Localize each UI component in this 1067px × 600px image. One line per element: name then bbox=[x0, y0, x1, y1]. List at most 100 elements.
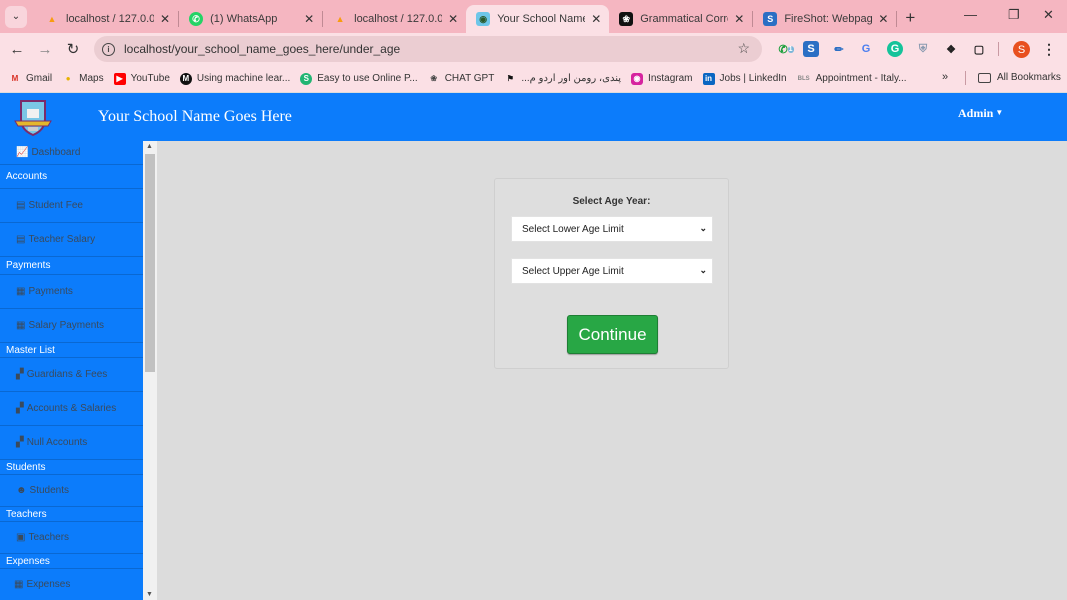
url-text[interactable]: localhost/your_school_name_goes_here/und… bbox=[124, 42, 400, 56]
receipt-icon: ▦ bbox=[16, 286, 26, 297]
chevron-down-icon: ⌄ bbox=[11, 11, 21, 22]
sidebar-item-label: Guardians & Fees bbox=[26, 369, 108, 380]
bookmark-medium[interactable]: M Using machine lear... bbox=[179, 72, 291, 85]
forward-icon[interactable]: → bbox=[31, 41, 59, 58]
sidebar-section-teachers: Teachers bbox=[0, 507, 143, 522]
fireshot-icon: S bbox=[763, 12, 778, 26]
bookmark-instagram[interactable]: ◉ Instagram bbox=[631, 72, 693, 85]
lower-age-select[interactable]: Select Lower Age Limit ⌄ bbox=[511, 216, 713, 242]
youtube-icon: ▶ bbox=[113, 72, 126, 85]
tab-title: localhost / 127.0.0.1 / bbox=[354, 13, 443, 25]
book-icon: ▞ bbox=[16, 369, 24, 380]
browser-tab[interactable]: S FireShot: Webpage S ✕ bbox=[753, 5, 896, 33]
extension-icon[interactable]: ❖ bbox=[943, 41, 959, 57]
fireshot-extension-icon[interactable]: S bbox=[803, 41, 819, 57]
book-icon: ▞ bbox=[16, 437, 24, 448]
sidebar-item-students[interactable]: ☻ Students bbox=[0, 475, 143, 507]
close-tab-icon[interactable]: ✕ bbox=[160, 12, 170, 26]
tab-search-button[interactable]: ⌄ bbox=[5, 5, 27, 28]
sidebar-item-expenses[interactable]: ▦ Expenses bbox=[0, 569, 143, 600]
continue-button[interactable]: Continue bbox=[567, 315, 658, 354]
back-icon[interactable]: ← bbox=[3, 41, 31, 58]
sidebar-item-salary-payments[interactable]: ▦ Salary Payments bbox=[0, 309, 143, 343]
sidebar-item-null-accounts[interactable]: ▞ Null Accounts bbox=[0, 426, 143, 460]
browser-tab[interactable]: ✆ (1) WhatsApp ✕ bbox=[179, 5, 322, 33]
school-logo[interactable] bbox=[13, 97, 53, 137]
sidebar-item-accounts-salaries[interactable]: ▞ Accounts & Salaries bbox=[0, 392, 143, 426]
app-title[interactable]: Your School Name Goes Here bbox=[98, 108, 292, 126]
all-bookmarks-button[interactable]: All Bookmarks bbox=[978, 72, 1061, 83]
profile-avatar[interactable]: S bbox=[1013, 41, 1030, 58]
bookmarks-bar: M Gmail ● Maps ▶ YouTube M Using machine lea… bbox=[0, 65, 1067, 92]
bookmark-label: CHAT GPT bbox=[444, 73, 495, 84]
bookmark-label: Maps bbox=[79, 73, 104, 84]
sidebar-item-guardians-fees[interactable]: ▞ Guardians & Fees bbox=[0, 358, 143, 392]
sidebar-scrollbar[interactable]: ▲ ▼ bbox=[143, 141, 157, 600]
browser-tab[interactable]: ▲ localhost / 127.0.0.1 / ✕ bbox=[35, 5, 178, 33]
close-tab-icon[interactable]: ✕ bbox=[591, 12, 601, 26]
close-tab-icon[interactable]: ✕ bbox=[734, 12, 744, 26]
translate-extension-icon[interactable]: G bbox=[858, 41, 874, 57]
chatgpt-icon: ❀ bbox=[430, 74, 438, 83]
grammarly-extension-icon[interactable]: G bbox=[887, 41, 903, 57]
tab-title: FireShot: Webpage S bbox=[784, 13, 873, 25]
site-info-icon[interactable]: i bbox=[102, 42, 115, 56]
sidebar: 📈 Dashboard Accounts ▤ Student Fee ▤ Tea… bbox=[0, 141, 143, 600]
close-tab-icon[interactable]: ✕ bbox=[878, 12, 888, 26]
sidebar-item-teacher-salary[interactable]: ▤ Teacher Salary bbox=[0, 223, 143, 257]
browser-tab-active[interactable]: ◉ Your School Name Go ✕ bbox=[466, 5, 610, 33]
sidebar-item-payments[interactable]: ▦ Payments bbox=[0, 275, 143, 309]
sidebar-item-label: Salary Payments bbox=[28, 320, 105, 331]
sidebar-section-students: Students bbox=[0, 460, 143, 475]
sidebar-item-label: Expenses bbox=[26, 579, 71, 590]
close-window-icon[interactable]: ✕ bbox=[1043, 7, 1054, 23]
bookmark-label: Jobs | LinkedIn bbox=[719, 73, 787, 84]
tab-title: Grammatical Correcti bbox=[640, 13, 728, 25]
sidebar-section-master-list: Master List bbox=[0, 343, 143, 358]
sidebar-section-payments: Payments bbox=[0, 257, 143, 275]
bookmark-chatgpt[interactable]: ❀ CHAT GPT bbox=[428, 73, 495, 85]
shield-extension-icon[interactable]: ⛨ bbox=[915, 41, 931, 57]
scroll-down-arrow-icon[interactable]: ▼ bbox=[146, 591, 153, 598]
whatsapp-extension-icon[interactable]: ✆ 1 bbox=[778, 41, 794, 57]
bookmarks-overflow-button[interactable]: » bbox=[942, 71, 948, 83]
upper-age-select[interactable]: Select Upper Age Limit ⌄ bbox=[511, 258, 713, 284]
minimize-icon[interactable]: — bbox=[964, 7, 977, 22]
users-icon: ☻ bbox=[16, 485, 27, 496]
caret-down-icon: ▼ bbox=[995, 108, 1004, 117]
browser-tab[interactable]: ▲ localhost / 127.0.0.1 / ✕ bbox=[323, 5, 466, 33]
admin-dropdown[interactable]: Admin ▼ bbox=[958, 106, 1003, 121]
bookmark-gmail[interactable]: M Gmail bbox=[9, 73, 52, 85]
address-bar[interactable]: i localhost/your_school_name_goes_here/u… bbox=[94, 36, 762, 62]
bookmark-youtube[interactable]: ▶ YouTube bbox=[113, 72, 170, 85]
puzzle-extensions-icon[interactable]: ▢ bbox=[971, 41, 987, 57]
close-tab-icon[interactable]: ✕ bbox=[304, 12, 314, 26]
reload-icon[interactable]: ↻ bbox=[59, 40, 87, 58]
bookmark-bls[interactable]: BLS Appointment - Italy... bbox=[797, 73, 907, 85]
browser-toolbar: ← → ↻ i localhost/your_school_name_goes_… bbox=[0, 33, 1067, 65]
scroll-up-arrow-icon[interactable]: ▲ bbox=[146, 143, 153, 150]
bookmark-maps[interactable]: ● Maps bbox=[62, 73, 104, 85]
bookmark-label: Using machine lear... bbox=[196, 73, 291, 84]
restore-icon[interactable]: ❐ bbox=[1008, 7, 1020, 23]
bookmark-star-icon[interactable]: ☆ bbox=[737, 40, 750, 57]
tab-title: localhost / 127.0.0.1 / bbox=[66, 13, 154, 25]
sidebar-item-dashboard[interactable]: 📈 Dashboard bbox=[0, 141, 143, 165]
pen-extension-icon[interactable]: ✏ bbox=[831, 41, 847, 57]
age-year-label: Select Age Year: bbox=[572, 196, 651, 207]
bookmark-linkedin[interactable]: in Jobs | LinkedIn bbox=[702, 72, 787, 85]
close-tab-icon[interactable]: ✕ bbox=[448, 12, 458, 26]
sidebar-item-student-fee[interactable]: ▤ Student Fee bbox=[0, 189, 143, 223]
upper-age-select-value: Select Upper Age Limit bbox=[522, 265, 624, 277]
bookmarks-divider bbox=[965, 71, 966, 85]
new-tab-button[interactable]: + bbox=[905, 8, 915, 28]
chevron-down-icon: ⌄ bbox=[699, 265, 707, 275]
sidebar-item-teachers[interactable]: ▣ Teachers bbox=[0, 522, 143, 554]
kebab-menu-icon[interactable]: ⋮ bbox=[1041, 41, 1057, 57]
bookmark-online-p[interactable]: S Easy to use Online P... bbox=[300, 72, 418, 85]
money-bill-icon: ▤ bbox=[16, 234, 26, 245]
s-icon: S bbox=[300, 72, 313, 85]
bookmark-urdu[interactable]: ⚑ پندی، رومن اور اردو م... bbox=[504, 73, 621, 85]
browser-tab[interactable]: ❀ Grammatical Correcti ✕ bbox=[609, 5, 752, 33]
scrollbar-thumb[interactable] bbox=[145, 154, 155, 372]
